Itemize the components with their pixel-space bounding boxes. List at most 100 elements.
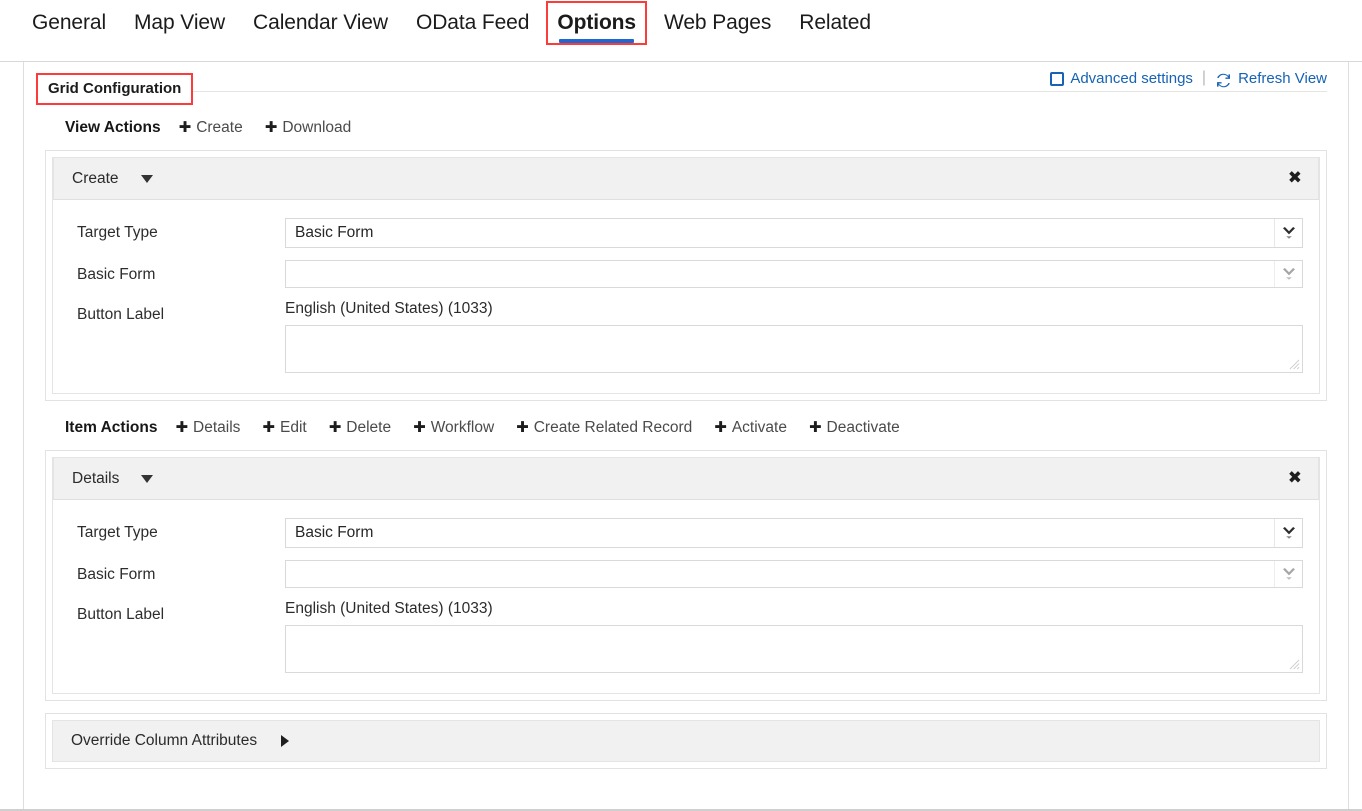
view-actions-toolbar: View Actions ✚ Create ✚ Download xyxy=(45,113,1327,143)
item-actions-title: Item Actions xyxy=(65,419,157,437)
panel-body: Target Type Basic Form xyxy=(53,200,1319,393)
close-x-icon[interactable]: ✖ xyxy=(1286,168,1304,189)
tab-calendar-view[interactable]: Calendar View xyxy=(239,0,402,52)
add-item-action-details-button[interactable]: ✚ Details xyxy=(175,419,240,437)
add-item-action-edit-button[interactable]: ✚ Edit xyxy=(262,419,306,437)
plus-icon: ✚ xyxy=(714,420,727,435)
tab-related[interactable]: Related xyxy=(785,0,885,52)
panel-header: Create ✖ xyxy=(53,157,1319,200)
add-button-label: Create Related Record xyxy=(534,419,693,437)
refresh-icon xyxy=(1215,72,1232,89)
add-button-label: Details xyxy=(193,419,240,437)
chevron-down-icon xyxy=(1274,219,1302,247)
refresh-view-button[interactable]: Refresh View xyxy=(1215,70,1327,87)
tab-label: Web Pages xyxy=(664,11,771,34)
panel-header: Details ✖ xyxy=(53,457,1319,500)
add-button-label: Create xyxy=(196,119,243,137)
add-view-action-create-button[interactable]: ✚ Create xyxy=(179,119,243,137)
plus-icon: ✚ xyxy=(516,420,529,435)
plus-icon: ✚ xyxy=(329,420,342,435)
target-type-label: Target Type xyxy=(77,218,285,242)
button-label-label: Button Label xyxy=(77,300,285,324)
add-item-action-workflow-button[interactable]: ✚ Workflow xyxy=(413,419,494,437)
plus-icon: ✚ xyxy=(179,120,192,135)
tab-label: Calendar View xyxy=(253,11,388,34)
target-type-label: Target Type xyxy=(77,518,285,542)
options-tab-content: Grid Configuration Advanced settings | R… xyxy=(0,62,1362,811)
tab-active-underline xyxy=(559,39,634,43)
override-column-attributes-panel: Override Column Attributes xyxy=(45,713,1327,769)
tab-general[interactable]: General xyxy=(18,0,120,52)
advanced-settings-button[interactable]: Advanced settings xyxy=(1050,70,1193,87)
plus-icon: ✚ xyxy=(175,420,188,435)
item-actions-group: Item Actions ✚ Details ✚ Edit ✚ Delete ✚… xyxy=(45,413,1327,701)
target-type-control: Basic Form xyxy=(285,218,1303,248)
panel-header-left: Details xyxy=(72,470,153,488)
basic-form-lookup[interactable] xyxy=(285,260,1303,288)
caret-right-icon[interactable] xyxy=(281,735,289,747)
tab-options[interactable]: Options xyxy=(543,0,650,52)
plus-icon: ✚ xyxy=(809,420,822,435)
view-actions-group: View Actions ✚ Create ✚ Download Create xyxy=(45,113,1327,401)
add-button-label: Edit xyxy=(280,419,307,437)
target-type-value: Basic Form xyxy=(286,224,1274,242)
button-label-control: English (United States) (1033) xyxy=(285,600,1303,673)
view-action-panel-create: Create ✖ Target Type Basic Form xyxy=(45,150,1327,401)
square-checkbox-icon xyxy=(1050,72,1064,86)
add-item-action-activate-button[interactable]: ✚ Activate xyxy=(714,419,787,437)
resize-grip-icon[interactable] xyxy=(1289,659,1300,670)
button-label-textarea[interactable] xyxy=(285,325,1303,373)
refresh-view-label: Refresh View xyxy=(1238,70,1327,87)
tab-web-pages[interactable]: Web Pages xyxy=(650,0,785,52)
page-title: Grid Configuration xyxy=(36,73,193,105)
chevron-down-icon xyxy=(1274,261,1302,287)
basic-form-label: Basic Form xyxy=(77,260,285,284)
add-item-action-create-related-record-button[interactable]: ✚ Create Related Record xyxy=(516,419,692,437)
item-action-panel-details: Details ✖ Target Type Basic Form xyxy=(45,450,1327,701)
target-type-select[interactable]: Basic Form xyxy=(285,218,1303,248)
button-label-language: English (United States) (1033) xyxy=(285,300,1303,318)
field-row-target-type: Target Type Basic Form xyxy=(77,218,1303,248)
target-type-value: Basic Form xyxy=(286,524,1274,542)
view-actions-title: View Actions xyxy=(65,119,161,137)
add-item-action-delete-button[interactable]: ✚ Delete xyxy=(329,419,391,437)
plus-icon: ✚ xyxy=(265,120,278,135)
basic-form-control xyxy=(285,260,1303,288)
field-row-basic-form: Basic Form xyxy=(77,560,1303,588)
basic-form-lookup[interactable] xyxy=(285,560,1303,588)
add-button-label: Workflow xyxy=(431,419,494,437)
header-action-separator: | xyxy=(1202,69,1206,87)
resize-grip-icon[interactable] xyxy=(1289,359,1300,370)
button-label-control: English (United States) (1033) xyxy=(285,300,1303,373)
advanced-settings-label: Advanced settings xyxy=(1070,70,1193,87)
chevron-down-icon xyxy=(1274,561,1302,587)
button-label-textarea[interactable] xyxy=(285,625,1303,673)
add-button-label: Download xyxy=(282,119,351,137)
caret-down-icon[interactable] xyxy=(141,475,153,483)
left-guide-line xyxy=(23,62,24,811)
tab-label: OData Feed xyxy=(416,11,529,34)
target-type-select[interactable]: Basic Form xyxy=(285,518,1303,548)
tab-odata-feed[interactable]: OData Feed xyxy=(402,0,543,52)
tab-bar: General Map View Calendar View OData Fee… xyxy=(0,0,1362,62)
caret-down-icon[interactable] xyxy=(141,175,153,183)
field-row-button-label: Button Label English (United States) (10… xyxy=(77,300,1303,373)
add-view-action-download-button[interactable]: ✚ Download xyxy=(265,119,352,137)
panel-inner: Details ✖ Target Type Basic Form xyxy=(52,457,1320,694)
tab-label: Related xyxy=(799,11,871,34)
basic-form-label: Basic Form xyxy=(77,560,285,584)
override-column-attributes-header[interactable]: Override Column Attributes xyxy=(52,720,1320,762)
chevron-down-icon xyxy=(1274,519,1302,547)
panel-body: Target Type Basic Form xyxy=(53,500,1319,693)
item-actions-toolbar: Item Actions ✚ Details ✚ Edit ✚ Delete ✚… xyxy=(45,413,1327,443)
field-row-button-label: Button Label English (United States) (10… xyxy=(77,600,1303,673)
tab-map-view[interactable]: Map View xyxy=(120,0,239,52)
add-button-label: Activate xyxy=(732,419,787,437)
close-x-icon[interactable]: ✖ xyxy=(1286,468,1304,489)
add-item-action-deactivate-button[interactable]: ✚ Deactivate xyxy=(809,419,900,437)
section-header: Grid Configuration Advanced settings | R… xyxy=(45,73,1327,101)
field-row-basic-form: Basic Form xyxy=(77,260,1303,288)
add-button-label: Deactivate xyxy=(827,419,900,437)
section-divider xyxy=(45,91,1327,92)
tab-label: Options xyxy=(557,11,636,34)
